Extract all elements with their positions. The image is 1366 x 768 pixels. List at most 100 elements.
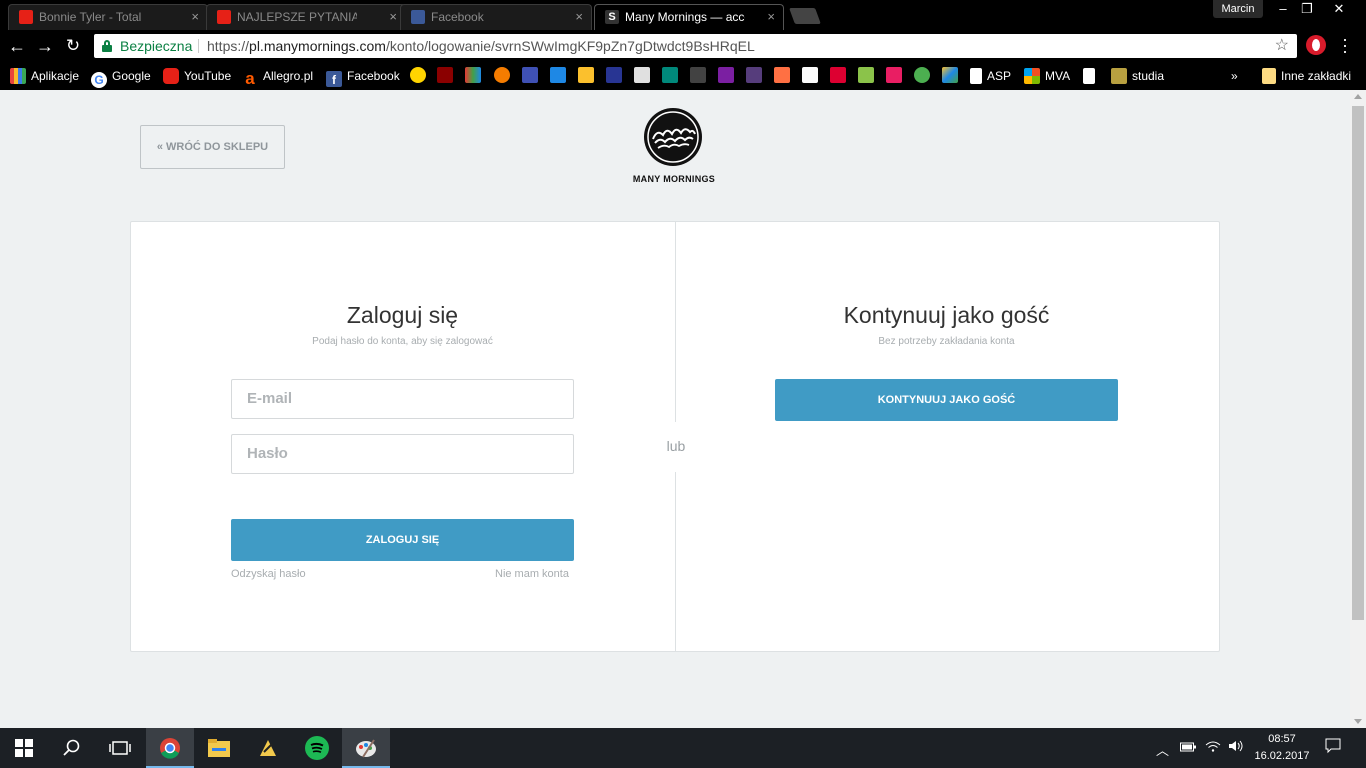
bookmark-asp[interactable]: ASP (970, 67, 1011, 85)
profile-button[interactable]: Marcin (1213, 0, 1263, 18)
bookmark-icon[interactable] (522, 67, 538, 83)
tab-many-mornings[interactable]: S Many Mornings — acco × (594, 4, 784, 30)
close-tab-icon[interactable]: × (191, 5, 199, 29)
close-tab-icon[interactable]: × (767, 5, 775, 29)
bookmark-icon[interactable] (858, 67, 874, 83)
address-bar[interactable]: Bezpieczna https://pl.manymornings.com/k… (94, 34, 1297, 58)
page-icon (1083, 68, 1095, 84)
bookmark-icon[interactable] (634, 67, 650, 83)
bookmark-icon[interactable] (606, 67, 622, 83)
paint-taskbar-icon[interactable] (342, 728, 390, 768)
bookmark-apps[interactable]: Aplikacje (10, 67, 79, 85)
clock-date: 16.02.2017 (1254, 750, 1310, 762)
scroll-up-icon[interactable] (1354, 94, 1362, 99)
search-icon[interactable] (48, 728, 96, 768)
many-mornings-logo-icon[interactable] (643, 107, 703, 167)
bookmark-page[interactable] (1083, 67, 1100, 85)
continue-as-guest-button[interactable]: KONTYNUUJ JAKO GOŚĆ (775, 379, 1118, 421)
tab-najlepsze-pytania[interactable]: NAJLEPSZE PYTANIA 6 × (206, 4, 406, 30)
login-button[interactable]: ZALOGUJ SIĘ (231, 519, 574, 561)
email-field[interactable]: E-mail (231, 379, 574, 419)
facebook-icon (411, 10, 425, 24)
new-tab-button[interactable] (789, 8, 821, 24)
login-card: Zaloguj się Podaj hasło do konta, aby si… (130, 221, 1220, 652)
bootstrap-icon[interactable] (746, 67, 762, 83)
close-window-icon[interactable]: ✕ (1324, 0, 1354, 18)
action-center-icon[interactable] (1325, 738, 1341, 757)
bookmark-mva[interactable]: MVA (1024, 67, 1070, 85)
battery-icon[interactable] (1180, 740, 1196, 755)
close-tab-icon[interactable]: × (389, 5, 397, 29)
bookmark-icon[interactable] (914, 67, 930, 83)
app-taskbar-icon[interactable] (244, 728, 292, 768)
bookmark-allegro[interactable]: a Allegro.pl (242, 67, 313, 87)
bookmark-google[interactable]: G Google (91, 67, 151, 88)
back-to-shop-button[interactable]: « WRÓĆ DO SKLEPU (140, 125, 285, 169)
bookmark-icon[interactable] (578, 67, 594, 83)
bookmark-facebook[interactable]: f Facebook (326, 67, 400, 87)
login-title: Zaloguj się (346, 302, 459, 328)
google-drive-icon[interactable] (942, 67, 958, 83)
bookmark-icon[interactable] (690, 67, 706, 83)
chrome-taskbar-icon[interactable] (146, 728, 194, 768)
bookmark-icon[interactable] (718, 67, 734, 83)
other-bookmarks-folder[interactable]: Inne zakładki (1262, 67, 1351, 85)
forward-arrow-icon[interactable]: → (34, 36, 56, 58)
page-icon (970, 68, 982, 84)
scroll-down-icon[interactable] (1354, 719, 1362, 724)
back-arrow-icon[interactable]: ← (6, 36, 28, 58)
windows-start-icon[interactable] (0, 728, 48, 768)
shopify-s-icon: S (605, 10, 619, 24)
volume-icon[interactable] (1228, 740, 1244, 755)
spotify-icon[interactable] (293, 728, 341, 768)
more-bookmarks-button[interactable]: » (1231, 67, 1238, 85)
folder-icon (1262, 68, 1276, 84)
task-view-icon[interactable] (96, 728, 144, 768)
close-tab-icon[interactable]: × (575, 5, 583, 29)
minimize-icon[interactable]: – (1272, 0, 1294, 18)
wifi-icon[interactable] (1205, 740, 1221, 755)
secure-label: Bezpieczna (120, 38, 193, 54)
no-account-link[interactable]: Nie mam konta (495, 568, 569, 580)
tab-facebook[interactable]: Facebook × (400, 4, 592, 30)
studia-icon (1111, 68, 1127, 84)
bookmark-icon[interactable] (886, 67, 902, 83)
bookmark-studia[interactable]: studia (1111, 67, 1164, 85)
youtube-icon (217, 10, 231, 24)
page-scrollbar[interactable] (1350, 90, 1366, 728)
file-explorer-icon[interactable] (195, 728, 243, 768)
bookmark-icon[interactable] (465, 67, 481, 83)
bookmark-icon[interactable] (550, 67, 566, 83)
clock-time: 08:57 (1268, 733, 1296, 745)
show-hidden-icons[interactable]: ︿ (1156, 740, 1169, 759)
scrollbar-thumb[interactable] (1352, 106, 1364, 620)
tab-bonnie-tyler[interactable]: Bonnie Tyler - Total × (8, 4, 208, 30)
google-icon: G (91, 72, 107, 88)
reload-icon[interactable]: ↻ (62, 36, 84, 58)
bookmark-icon[interactable] (437, 67, 453, 83)
youtube-icon (163, 68, 179, 84)
browser-menu-icon[interactable]: · · · (1342, 30, 1348, 60)
restore-icon[interactable]: ❐ (1296, 0, 1318, 18)
browser-toolbar: ← → ↻ Bezpieczna https://pl.manymornings… (0, 30, 1366, 62)
bookmark-icon[interactable] (494, 67, 510, 83)
guest-title: Kontynuuj jako gość (843, 302, 1050, 328)
tab-title: Facebook (431, 10, 484, 24)
bookmark-star-icon[interactable]: ☆ (1275, 34, 1289, 58)
taskbar-clock[interactable]: 08:57 16.02.2017 (1254, 731, 1310, 765)
opera-extension-icon[interactable] (1306, 35, 1326, 55)
tab-title: Bonnie Tyler - Total (39, 10, 142, 24)
facebook-icon: f (326, 71, 342, 87)
password-field[interactable]: Hasło (231, 434, 574, 474)
recover-password-link[interactable]: Odzyskaj hasło (231, 568, 306, 580)
bookmark-icon[interactable] (774, 67, 790, 83)
bookmark-youtube[interactable]: YouTube (163, 67, 231, 85)
tab-strip: Bonnie Tyler - Total × NAJLEPSZE PYTANIA… (0, 0, 1366, 30)
bookmark-icon[interactable] (802, 67, 818, 83)
lock-icon (102, 40, 112, 52)
microsoft-icon (1024, 68, 1040, 84)
bookmark-icon[interactable] (662, 67, 678, 83)
smiley-bookmark-icon[interactable] (410, 67, 426, 83)
angular-icon[interactable] (830, 67, 846, 83)
apps-grid-icon (10, 68, 26, 84)
